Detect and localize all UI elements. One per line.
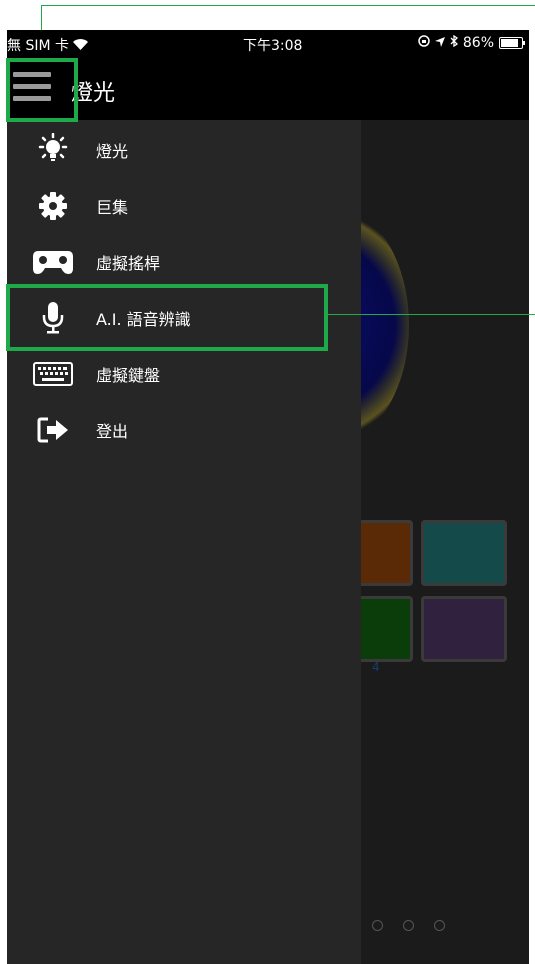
- page-dot: [372, 920, 383, 931]
- battery-icon: [499, 37, 525, 49]
- menu-item-virtual-joystick[interactable]: 虛擬搖桿: [7, 234, 361, 290]
- highlight-hamburger: [6, 58, 78, 122]
- annotation-line-right: [327, 314, 535, 315]
- orientation-lock-icon: [418, 35, 430, 51]
- highlight-voice-recognition: [6, 284, 328, 351]
- location-icon: [434, 35, 445, 51]
- menu-item-virtual-keyboard[interactable]: 虛擬鍵盤: [7, 346, 361, 402]
- status-bar: 無 SIM 卡 下午3:08 86%: [7, 30, 529, 58]
- menu-item-label: 虛擬搖桿: [96, 254, 161, 273]
- battery-percent: 86%: [462, 35, 494, 51]
- menu-item-lighting[interactable]: 燈光: [7, 122, 361, 178]
- color-swatch-teal: [421, 520, 507, 586]
- bluetooth-icon: [450, 34, 458, 51]
- gamepad-icon: [31, 246, 75, 278]
- menu-item-label: 登出: [96, 422, 129, 441]
- keyboard-icon: [31, 358, 75, 390]
- page-dot: [434, 920, 445, 931]
- status-time: 下午3:08: [243, 38, 303, 54]
- page-dot: [403, 920, 414, 931]
- menu-item-label: 燈光: [96, 142, 129, 161]
- wifi-icon: [73, 38, 89, 54]
- gear-icon: [31, 190, 75, 222]
- nav-bar: 燈光: [7, 58, 529, 120]
- logout-icon: [31, 414, 75, 446]
- lightbulb-icon: [31, 133, 75, 166]
- color-swatch-purple: [421, 596, 507, 662]
- page-indicator: [372, 920, 445, 931]
- menu-item-macros[interactable]: 巨集: [7, 178, 361, 234]
- phone-screen: 無 SIM 卡 下午3:08 86% 燈光 4 燈光 巨集 虛擬搖桿 A.I. …: [7, 30, 529, 964]
- menu-item-label: 巨集: [96, 198, 129, 217]
- annotation-line-top-horizontal: [41, 5, 535, 6]
- menu-item-logout[interactable]: 登出: [7, 402, 361, 458]
- carrier-label: 無 SIM 卡: [7, 38, 69, 54]
- page-number: 4: [372, 660, 380, 674]
- menu-item-label: 虛擬鍵盤: [96, 366, 161, 385]
- side-drawer: 燈光 巨集 虛擬搖桿 A.I. 語音辨識 虛擬鍵盤 登出: [7, 120, 361, 964]
